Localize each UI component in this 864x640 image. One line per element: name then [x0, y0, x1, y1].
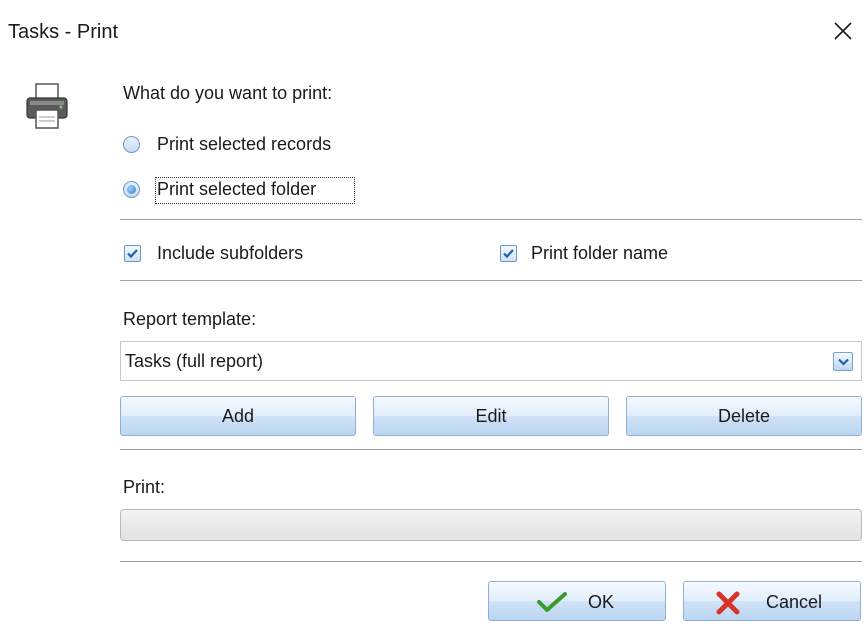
separator — [120, 561, 862, 563]
checkmark-icon — [503, 249, 514, 259]
separator — [120, 280, 862, 282]
print-folder-name-label[interactable]: Print folder name — [531, 243, 668, 264]
cancel-button[interactable]: Cancel — [683, 581, 861, 621]
add-button[interactable]: Add — [120, 396, 356, 436]
close-button[interactable] — [822, 10, 864, 52]
include-subfolders-label[interactable]: Include subfolders — [157, 243, 303, 264]
print-folder-name-checkbox[interactable] — [500, 245, 517, 262]
edit-button[interactable]: Edit — [373, 396, 609, 436]
title-bar: Tasks - Print — [0, 0, 864, 62]
printer-icon — [26, 83, 68, 129]
radio-label-print-selected-folder[interactable]: Print selected folder — [157, 179, 316, 200]
chevron-down-icon — [838, 358, 849, 366]
ok-button[interactable]: OK — [488, 581, 666, 621]
print-progress-label: Print: — [123, 477, 166, 497]
ok-label: OK — [588, 592, 615, 612]
separator — [120, 449, 862, 451]
report-template-select[interactable]: Tasks (full report) — [120, 341, 862, 381]
checkmark-icon — [537, 592, 567, 612]
print-progress-bar — [120, 509, 862, 541]
cancel-label: Cancel — [766, 592, 823, 612]
red-x-icon — [716, 591, 740, 615]
window-title: Tasks - Print — [8, 21, 119, 43]
close-icon — [834, 22, 852, 40]
checkmark-icon — [127, 249, 138, 259]
report-template-value: Tasks (full report) — [125, 351, 264, 371]
radio-print-selected-records[interactable] — [123, 136, 140, 153]
separator — [120, 219, 862, 221]
dropdown-button[interactable] — [833, 352, 853, 371]
radio-label-print-selected-records[interactable]: Print selected records — [157, 134, 331, 155]
report-template-label: Report template: — [123, 309, 257, 329]
include-subfolders-checkbox[interactable] — [124, 245, 141, 262]
print-target-prompt: What do you want to print: — [123, 83, 333, 103]
delete-button[interactable]: Delete — [626, 396, 862, 436]
radio-print-selected-folder[interactable] — [123, 181, 140, 198]
